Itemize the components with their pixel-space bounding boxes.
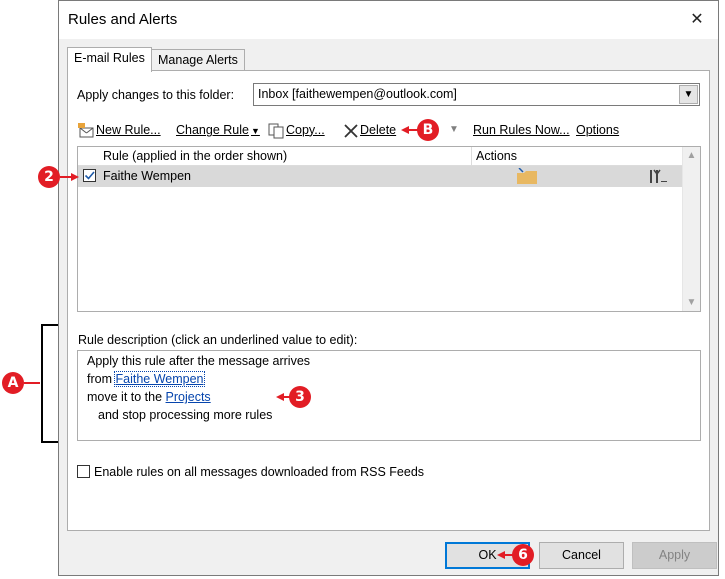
tab-manage-alerts[interactable]: Manage Alerts [151, 49, 245, 71]
rule-column-header[interactable]: Rule (applied in the order shown) [103, 149, 287, 163]
delete-button[interactable]: Delete [342, 121, 396, 139]
new-rule-label: New Rule... [96, 123, 161, 137]
scroll-down-icon[interactable]: ▼ [683, 294, 700, 311]
options-button[interactable]: Options [576, 121, 619, 139]
description-line-move: move it to the Projects [87, 390, 211, 404]
rule-description-label: Rule description (click an underlined va… [78, 333, 358, 347]
rss-rules-checkbox[interactable] [77, 465, 90, 478]
rule-enabled-checkbox[interactable] [83, 169, 96, 182]
run-rules-now-button[interactable]: Run Rules Now... [473, 121, 570, 139]
projects-folder-link[interactable]: Projects [166, 390, 211, 404]
new-rule-button[interactable]: New Rule... [78, 121, 161, 139]
email-rules-panel: Apply changes to this folder: Inbox [fai… [67, 70, 710, 531]
folder-label: Apply changes to this folder: [77, 88, 235, 102]
delete-label: Delete [360, 123, 397, 137]
copy-label: Copy... [286, 123, 325, 137]
copy-button[interactable]: Copy... [268, 121, 325, 139]
checkmark-icon [84, 171, 95, 180]
new-rule-icon [78, 122, 94, 138]
callout-2-arrowhead [71, 173, 79, 181]
column-divider [471, 147, 472, 165]
callout-a-arrow [24, 382, 40, 384]
folder-select[interactable]: Inbox [faithewempen@outlook.com] ▼ [253, 83, 700, 106]
callout-b: B [417, 119, 439, 141]
scroll-up-icon[interactable]: ▲ [683, 147, 700, 164]
rules-list-header: Rule (applied in the order shown) Action… [78, 147, 682, 166]
dialog-title: Rules and Alerts [68, 11, 178, 28]
change-rule-button[interactable]: Change Rule ▼ [176, 121, 260, 139]
rule-name: Faithe Wempen [103, 169, 192, 183]
callout-6: 6 [512, 544, 534, 566]
close-icon[interactable]: ✕ [684, 7, 710, 33]
description-line-stop: and stop processing more rules [98, 408, 273, 422]
tools-icon [650, 169, 667, 183]
callout-2: 2 [38, 166, 60, 188]
rule-row[interactable]: Faithe Wempen [78, 166, 682, 187]
folder-value: Inbox [faithewempen@outlook.com] [258, 87, 457, 101]
change-rule-label: Change Rule [176, 123, 249, 137]
rules-and-alerts-dialog: Rules and Alerts ✕ E-mail Rules Manage A… [58, 0, 719, 576]
copy-icon [268, 123, 284, 139]
rss-rules-label: Enable rules on all messages downloaded … [94, 465, 425, 479]
tab-email-rules[interactable]: E-mail Rules [67, 47, 152, 72]
rules-list-scrollbar[interactable]: ▲ ▼ [682, 147, 700, 311]
chevron-down-icon[interactable]: ▼ [679, 85, 698, 104]
callout-a: A [2, 372, 24, 394]
description-line-from: from Faithe Wempen [87, 371, 205, 387]
apply-button[interactable]: Apply [632, 542, 717, 569]
actions-column-header[interactable]: Actions [476, 149, 517, 163]
move-to-folder-icon [517, 168, 537, 184]
description-line-1: Apply this rule after the message arrive… [87, 354, 311, 368]
dropdown-arrow-icon: ▼ [250, 126, 260, 136]
rules-list: Rule (applied in the order shown) Action… [77, 146, 701, 312]
move-down-arrow-icon[interactable]: ▼ [449, 121, 459, 139]
callout-3: 3 [289, 386, 311, 408]
rules-toolbar: New Rule... Change Rule ▼ Copy... Delete … [76, 118, 706, 140]
rule-description-box: Apply this rule after the message arrive… [77, 350, 701, 441]
title-bar: Rules and Alerts ✕ [59, 1, 718, 39]
from-sender-link[interactable]: Faithe Wempen [114, 371, 205, 387]
delete-icon [344, 124, 358, 138]
move-prefix: move it to the [87, 390, 163, 404]
cancel-button[interactable]: Cancel [539, 542, 624, 569]
from-prefix: from [87, 372, 112, 386]
